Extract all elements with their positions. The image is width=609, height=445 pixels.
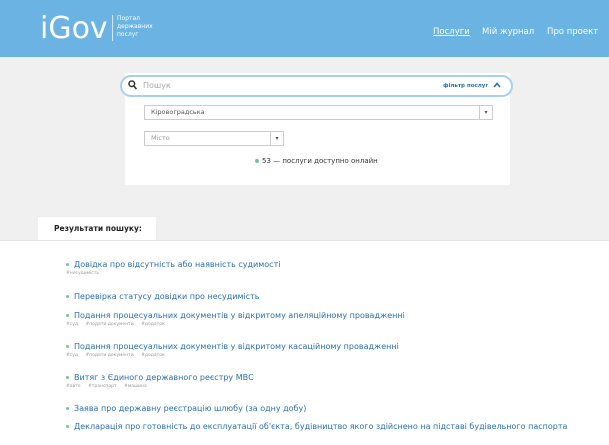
logo[interactable]: iGov (40, 14, 108, 44)
bullet-icon (66, 263, 69, 266)
bullet-icon (66, 314, 69, 317)
logo-subtitle-line: послуг (117, 31, 139, 38)
results-tab-label: Результати пошуку: (54, 224, 142, 233)
search-icon (128, 80, 137, 90)
tag[interactable]: #додаток (141, 322, 165, 327)
logo-subtitle-line: Портал (117, 15, 140, 22)
service-link[interactable]: Перевірка статусу довідки про несудиміст… (66, 291, 586, 302)
service-title[interactable]: Витяг з Єдиного державного реєстру МВС (74, 373, 254, 382)
nav-link-my-journal[interactable]: Мій журнал (482, 27, 534, 37)
list-item: Довідка про відсутність або наявність су… (66, 259, 586, 276)
service-link[interactable]: Заява про державну реєстрацію шлюбу (за … (66, 403, 586, 414)
header-bar: iGov Портал державних послуг Послуги Мій… (0, 0, 609, 57)
tag-list: #суд #подати документи #додаток (66, 322, 586, 327)
service-link[interactable]: Декларація про готовність до експлуатаці… (66, 421, 586, 432)
service-link[interactable]: Довідка про відсутність або наявність су… (66, 259, 586, 270)
region-select-value: Кіровоградська (151, 108, 205, 116)
status-dot-icon (255, 159, 259, 163)
tag[interactable]: #суд (66, 322, 78, 327)
tag[interactable]: #несудимість (66, 271, 99, 276)
tag[interactable]: #суд (66, 353, 78, 358)
search-placeholder: Пошук (143, 81, 171, 90)
bullet-icon (66, 425, 69, 428)
results-list: Довідка про відсутність або наявність су… (0, 240, 609, 445)
nav-link-services[interactable]: Послуги (433, 27, 470, 37)
tag[interactable]: #подати документи (85, 353, 133, 358)
nav-link-about[interactable]: Про проект (547, 27, 598, 37)
tag[interactable]: #додаток (141, 353, 165, 358)
list-item: Подання процесуальних документів у відкр… (66, 341, 586, 358)
region-select[interactable]: Кіровоградська ▾ (144, 105, 493, 120)
service-title[interactable]: Довідка про відсутність або наявність су… (74, 260, 280, 269)
service-title[interactable]: Подання процесуальних документів у відкр… (74, 311, 405, 320)
logo-divider (112, 15, 113, 41)
service-title[interactable]: Декларація про готовність до експлуатаці… (74, 422, 567, 431)
availability-text: 53 — послуги доступно онлайн (262, 157, 378, 165)
tag-list: #несудимість (66, 271, 586, 276)
list-item: Декларація про готовність до експлуатаці… (66, 421, 586, 432)
service-title[interactable]: Подання процесуальних документів у відкр… (74, 342, 399, 351)
tag[interactable]: #авто (66, 384, 81, 389)
tag-list: #суд #подати документи #додаток (66, 353, 586, 358)
service-link[interactable]: Подання процесуальних документів у відкр… (66, 341, 586, 352)
logo-subtitle: Портал державних послуг (117, 15, 177, 39)
list-item: Перевірка статусу довідки про несудиміст… (66, 291, 586, 302)
filter-services-link[interactable]: фільтр послуг (443, 83, 488, 89)
bullet-icon (66, 295, 69, 298)
chevron-up-icon[interactable] (493, 81, 501, 89)
list-item: Витяг з Єдиного державного реєстру МВС #… (66, 372, 586, 389)
list-item: Заява про державну реєстрацію шлюбу (за … (66, 403, 586, 414)
city-select[interactable]: Місто ▾ (144, 131, 284, 146)
bullet-icon (66, 345, 69, 348)
bullet-icon (66, 407, 69, 410)
availability-status: 53 — послуги доступно онлайн (255, 157, 378, 165)
bullet-icon (66, 376, 69, 379)
chevron-down-icon[interactable]: ▾ (479, 105, 493, 120)
tag[interactable]: #машина (124, 384, 147, 389)
service-title[interactable]: Заява про державну реєстрацію шлюбу (за … (74, 404, 306, 413)
service-link[interactable]: Витяг з Єдиного державного реєстру МВС (66, 372, 586, 383)
chevron-down-icon[interactable]: ▾ (270, 131, 284, 146)
logo-subtitle-line: державних (117, 23, 153, 30)
tag[interactable]: #транспорт (88, 384, 117, 389)
list-item: Подання процесуальних документів у відкр… (66, 310, 586, 327)
tag[interactable]: #подати документи (85, 322, 133, 327)
service-title[interactable]: Перевірка статусу довідки про несудиміст… (74, 292, 260, 301)
tag-list: #авто #транспорт #машина (66, 384, 586, 389)
city-select-placeholder: Місто (151, 134, 170, 142)
service-link[interactable]: Подання процесуальних документів у відкр… (66, 310, 586, 321)
